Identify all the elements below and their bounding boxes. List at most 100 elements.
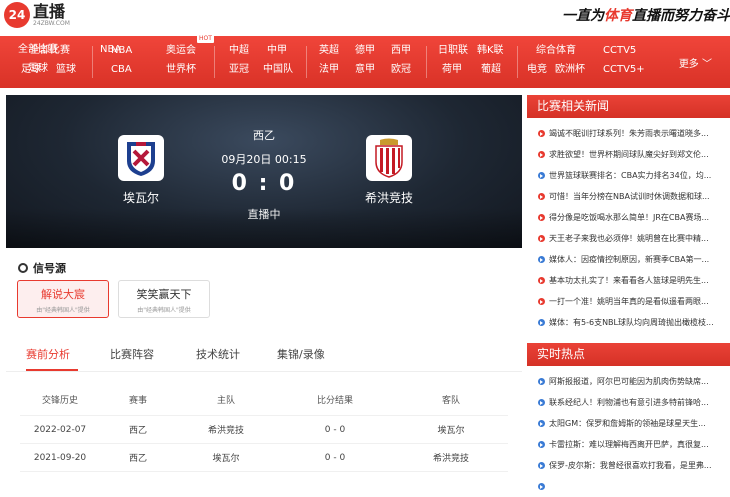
news-headline: 得分像是吃饭喝水那么简单！JR在CBA赛场...	[549, 213, 710, 222]
nav-link-acl[interactable]: 亚冠	[229, 63, 249, 76]
match-status: 直播中	[247, 208, 281, 221]
source-card-2[interactable]: 笑笑赢天下 由"经典韩国人"提供	[118, 280, 210, 318]
news-headline: 一打一个准！姚明当年真的是看似遥看两眼...	[549, 297, 709, 306]
source-name: 解说大宸	[41, 288, 85, 301]
news-item[interactable]: 基本功太扎实了！来看看各人篮球是明先生...	[527, 270, 730, 291]
news-item[interactable]: 求胜欲望！世界杯期间球队魔尖好到郑文伦...	[527, 144, 730, 165]
tab-pre-match[interactable]: 赛前分析	[26, 346, 70, 362]
nav-link-cctv5-plus[interactable]: CCTV5+	[603, 63, 645, 76]
logo-mark: 24	[4, 2, 30, 28]
home-team-crest[interactable]	[118, 135, 164, 181]
related-news-title: 比赛相关新闻	[527, 95, 730, 118]
news-headline: 太阳GM：保罗和詹姆斯的领袖是球星天生...	[549, 419, 706, 428]
nav-link-football[interactable]: 足球	[21, 63, 41, 76]
news-headline: 世界篮球联赛排名：CBA实力排名34位，均...	[549, 171, 712, 180]
nav-link-epl[interactable]: 英超	[319, 44, 339, 57]
nav-link-j-league[interactable]: 日职联	[438, 44, 468, 57]
news-headline: 卡雷拉斯：难以理解梅西离开巴萨，真很复...	[549, 440, 709, 449]
site-logo[interactable]: 24 直播 24ZBW.COM	[4, 2, 70, 28]
logo-subtext: 24ZBW.COM	[33, 20, 70, 27]
table-row: 2021-09-20 西乙 埃瓦尔 0 - 0 希洪竞技	[20, 444, 508, 472]
news-item[interactable]: 媒体：有5-6支NBL球队均向周琦抛出橄榄枝...	[527, 312, 730, 333]
play-icon	[538, 172, 545, 179]
play-icon	[538, 378, 545, 385]
match-hero: 埃瓦尔 希洪竞技 西乙 09月20日 00:15 0 : 0 直播中	[6, 95, 522, 248]
news-item[interactable]: 世界篮球联赛排名：CBA实力排名34位，均...	[527, 165, 730, 186]
news-item[interactable]: 天王老子来我也必须停！姚明曾在比赛中精...	[527, 228, 730, 249]
nav-link-multisport[interactable]: 综合体育	[536, 44, 576, 57]
away-team-name[interactable]: 希洪竞技	[334, 189, 444, 206]
nav-link-esports[interactable]: 电竞	[527, 63, 547, 76]
site-header: 24 直播 24ZBW.COM 一直为体育直播而努力奋斗	[0, 0, 730, 34]
news-headline: 媒体人：因疫情控制原因，新赛季CBA第一...	[549, 255, 710, 264]
nav-link-k-league[interactable]: 韩K联	[477, 44, 504, 57]
play-icon	[538, 214, 545, 221]
table-row: 2022-02-07 西乙 希洪竞技 0 - 0 埃瓦尔	[20, 416, 508, 444]
hot-news-panel: 实时热点 阿斯报报道，阿尔巴可能因为肌肉伤势缺席... 联系经纪人！利物浦也有意引…	[527, 343, 730, 497]
news-headline: 求胜欲望！世界杯期间球队魔尖好到郑文伦...	[549, 150, 709, 159]
related-news-list: 竭诚不眠训打球系列！朱芳雨表示曙道晓多... 求胜欲望！世界杯期间球队魔尖好到郑文…	[527, 118, 730, 333]
nav-more-button[interactable]: 更多 ﹀	[679, 55, 712, 70]
nav-links: 全部比赛 足球 篮球 NBA CBA 奥运会 世界杯 中超 亚冠 中甲 中国队 …	[0, 35, 730, 88]
hot-news-title: 实时热点	[527, 343, 730, 366]
play-icon	[538, 151, 545, 158]
nav-link-serie-a[interactable]: 意甲	[355, 63, 375, 76]
news-item[interactable]: 一打一个准！姚明当年真的是看似遥看两眼...	[527, 291, 730, 312]
tab-highlights[interactable]: 集锦/录像	[277, 346, 325, 362]
nav-link-cctv5[interactable]: CCTV5	[603, 44, 636, 57]
nav-link-primeira[interactable]: 葡超	[481, 63, 501, 76]
news-headline: 竭诚不眠训打球系列！朱芳雨表示曙道晓多...	[549, 129, 709, 138]
tab-active-indicator	[26, 369, 78, 371]
nav-link-ucl[interactable]: 欧冠	[391, 63, 411, 76]
nav-link-world-cup[interactable]: 世界杯	[166, 63, 196, 76]
nav-link-nba[interactable]: NBA	[111, 44, 132, 57]
nav-link-all-matches[interactable]: 全部比赛	[30, 44, 70, 57]
nav-link-laliga[interactable]: 西甲	[391, 44, 411, 57]
tab-lineup[interactable]: 比赛阵容	[110, 346, 154, 362]
nav-link-cba[interactable]: CBA	[111, 63, 132, 76]
eibar-crest-icon	[127, 142, 155, 176]
play-icon	[538, 483, 545, 490]
nav-link-china-team[interactable]: 中国队	[263, 63, 293, 76]
news-item[interactable]: 竭诚不眠训打球系列！朱芳雨表示曙道晓多...	[527, 123, 730, 144]
news-headline: 保罗-皮尔斯：我曾经很喜欢打我看，是里弗...	[549, 461, 712, 470]
news-headline: 媒体：有5-6支NBL球队均向周琦抛出橄榄枝...	[549, 318, 714, 327]
news-item[interactable]: 卡雷拉斯：难以理解梅西离开巴萨，真很复...	[527, 434, 730, 455]
match-score: 0 : 0	[231, 171, 297, 196]
source-name: 笑笑赢天下	[136, 288, 192, 301]
head-to-head-table: 交锋历史 赛事 主队 比分结果 客队 2022-02-07 西乙 希洪竞技 0 …	[20, 384, 508, 472]
news-headline: 基本功太扎实了！来看看各人篮球是明先生...	[549, 276, 709, 285]
tab-stats[interactable]: 技术统计	[196, 346, 240, 362]
nav-link-euro[interactable]: 欧洲杯	[555, 63, 585, 76]
play-icon	[538, 235, 545, 242]
signal-icon	[18, 263, 28, 273]
related-news-panel: 比赛相关新闻 竭诚不眠训打球系列！朱芳雨表示曙道晓多... 求胜欲望！世界杯期间球…	[527, 95, 730, 333]
news-item[interactable]	[527, 476, 730, 497]
nav-link-csl[interactable]: 中超	[229, 44, 249, 57]
nav-link-ligue1[interactable]: 法甲	[319, 63, 339, 76]
match-league: 西乙	[253, 129, 275, 142]
nav-link-china-league[interactable]: 中甲	[267, 44, 287, 57]
hot-news-list: 阿斯报报道，阿尔巴可能因为肌肉伤势缺席... 联系经纪人！利物浦也有意引进多特前锋…	[527, 366, 730, 497]
news-headline: 阿斯报报道，阿尔巴可能因为肌肉伤势缺席...	[549, 377, 709, 386]
news-item[interactable]: 联系经纪人！利物浦也有意引进多特前锋哈...	[527, 392, 730, 413]
news-item[interactable]: 媒体人：因疫情控制原因，新赛季CBA第一...	[527, 249, 730, 270]
news-item[interactable]: 太阳GM：保罗和詹姆斯的领袖是球星天生...	[527, 413, 730, 434]
source-card-1[interactable]: 解说大宸 由"经典韩国人"提供	[17, 280, 109, 318]
match-time: 09月20日 00:15	[221, 153, 307, 166]
nav-link-eredivisie[interactable]: 荷甲	[442, 63, 462, 76]
away-team-crest[interactable]	[366, 135, 412, 181]
nav-link-bundesliga[interactable]: 德甲	[355, 44, 375, 57]
play-icon	[538, 441, 545, 448]
nav-link-basketball[interactable]: 篮球	[56, 63, 76, 76]
news-headline: 天王老子来我也必须停！姚明曾在比赛中精...	[549, 234, 709, 243]
news-item[interactable]: 得分像是吃饭喝水那么简单！JR在CBA赛场...	[527, 207, 730, 228]
home-team-name[interactable]: 埃瓦尔	[86, 189, 196, 206]
news-item[interactable]: 阿斯报报道，阿尔巴可能因为肌肉伤势缺席...	[527, 371, 730, 392]
match-tabs: 赛前分析 比赛阵容 技术统计 集锦/录像	[6, 336, 522, 372]
nav-link-olympics[interactable]: 奥运会	[166, 44, 196, 57]
hot-badge: HOT	[197, 35, 214, 43]
news-item[interactable]: 保罗-皮尔斯：我曾经很喜欢打我看，是里弗...	[527, 455, 730, 476]
play-icon	[538, 298, 545, 305]
news-item[interactable]: 可惜！当年分榜在NBA试训时休调数据和球...	[527, 186, 730, 207]
